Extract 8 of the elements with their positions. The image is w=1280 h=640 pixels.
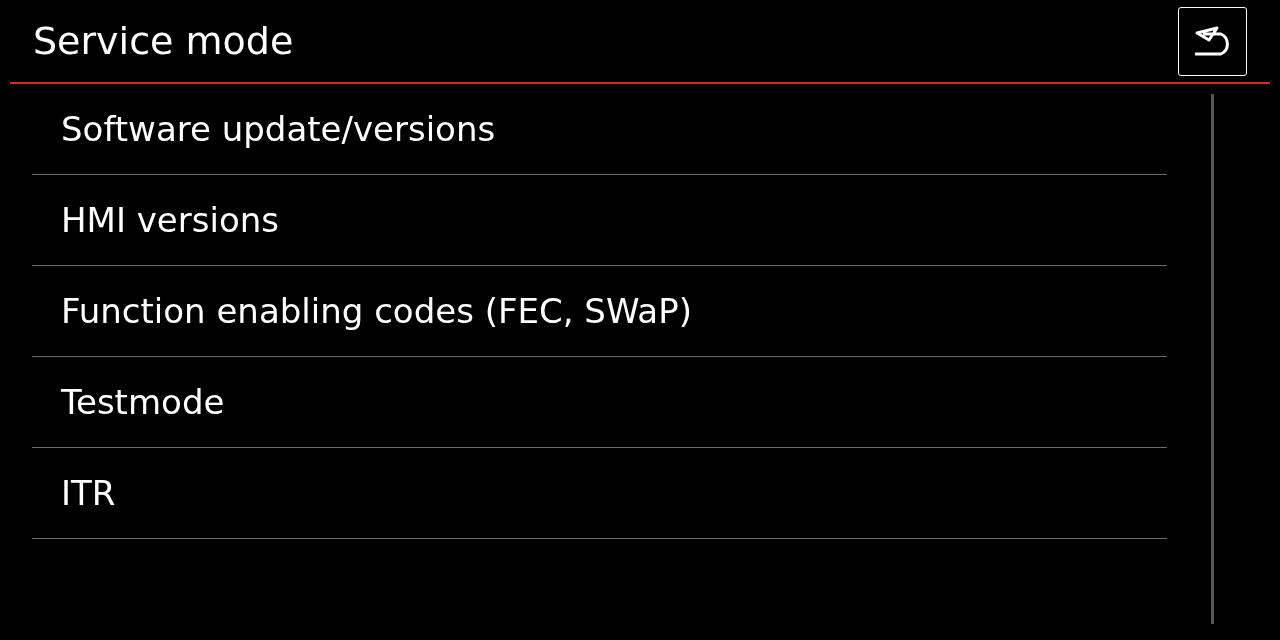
- menu-item[interactable]: Software update/versions: [32, 84, 1167, 175]
- screen-title: Service mode: [33, 22, 294, 60]
- menu-item[interactable]: Function enabling codes (FEC, SWaP): [32, 266, 1167, 357]
- menu-item[interactable]: ITR: [32, 448, 1167, 539]
- menu-item[interactable]: Testmode: [32, 357, 1167, 448]
- scrollbar[interactable]: [1211, 94, 1214, 624]
- back-button[interactable]: [1178, 6, 1247, 76]
- menu-item[interactable]: HMI versions: [32, 175, 1167, 266]
